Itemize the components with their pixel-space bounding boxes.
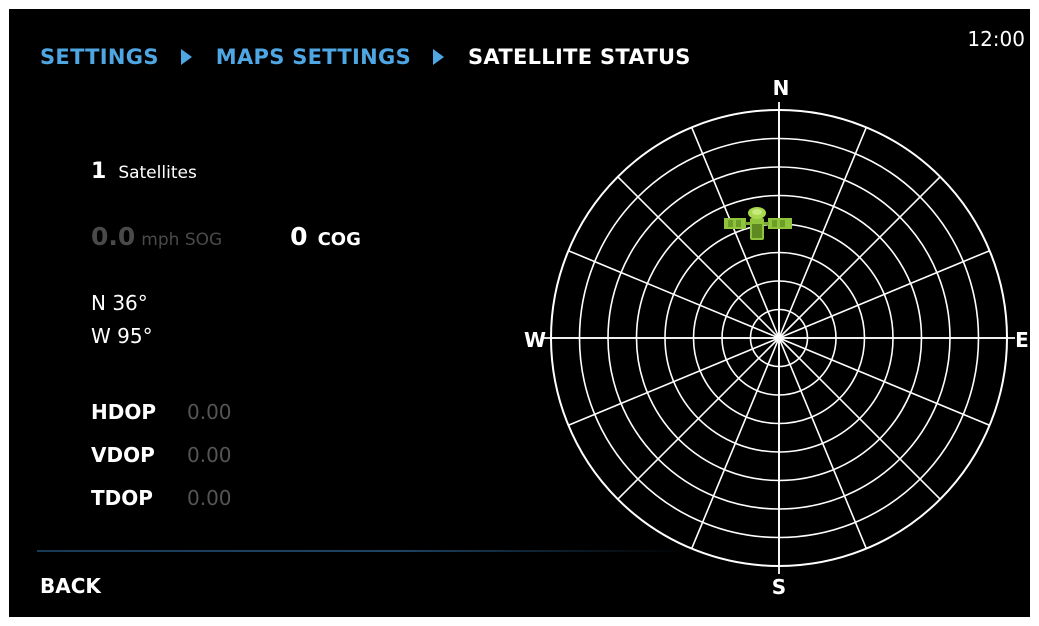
footer-divider [37, 550, 687, 552]
sky-plot-spoke [778, 176, 941, 339]
compass-south: S [772, 575, 786, 599]
back-button[interactable]: BACK [40, 574, 101, 598]
sky-plot-spoke [617, 176, 780, 339]
compass-west: W [524, 328, 546, 352]
sky-plot-grid [543, 102, 1015, 574]
compass-north: N [773, 76, 790, 100]
sky-plot-spoke [617, 337, 780, 500]
compass-east: E [1015, 328, 1029, 352]
sky-plot: N S W E [524, 76, 1029, 599]
sky-plot-spoke [778, 337, 941, 500]
satellite-icon [724, 207, 792, 240]
satellite-status-screen: SETTINGS MAPS SETTINGS SATELLITE STATUS … [9, 9, 1030, 617]
